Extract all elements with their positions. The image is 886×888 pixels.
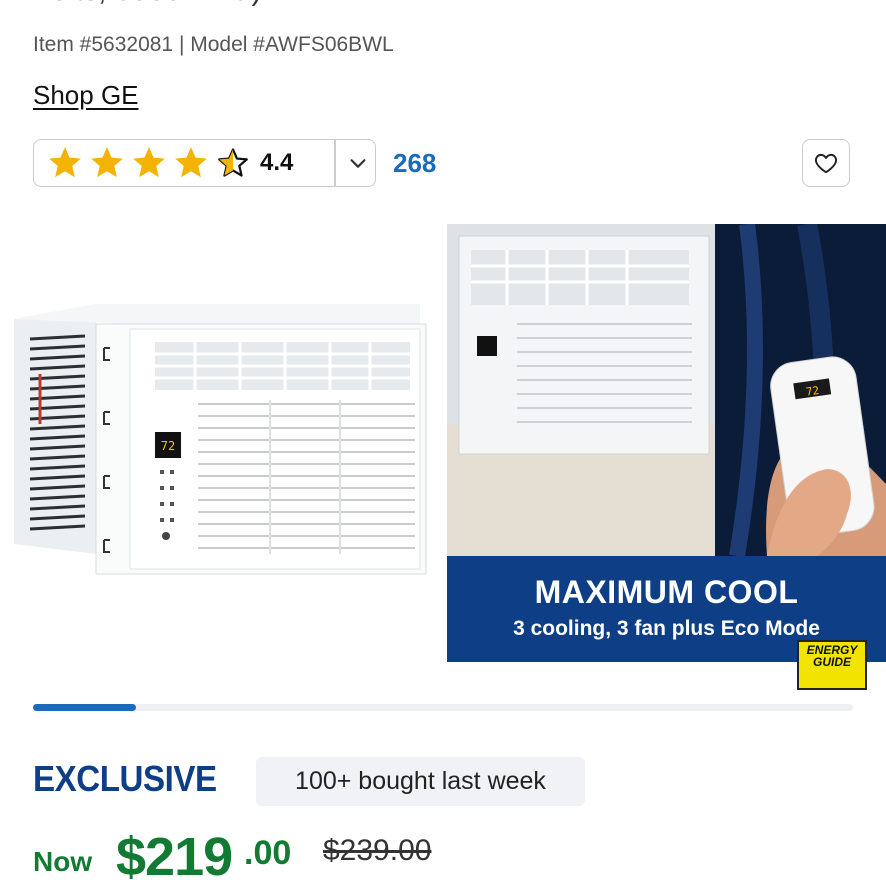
rating-value: 4.4	[260, 149, 294, 176]
promo-subtitle: 3 cooling, 3 fan plus Eco Mode	[513, 617, 820, 640]
half-star-icon	[218, 148, 248, 177]
meta-separator: |	[173, 33, 191, 56]
price-cents: .00	[244, 834, 292, 872]
product-meta: Item #5632081 | Model #AWFS06BWL	[33, 33, 394, 57]
bought-count-badge: 100+ bought last week	[256, 757, 585, 806]
gallery-progress-fill	[33, 704, 136, 711]
product-title: Volts, 6000-BTU)	[33, 0, 261, 8]
rating-stars	[46, 144, 252, 182]
divider	[334, 140, 336, 186]
price-dollars: $219	[116, 827, 233, 887]
promo-title: MAXIMUM COOL	[534, 574, 799, 610]
air-conditioner-image: 72	[0, 224, 440, 664]
shop-brand-link[interactable]: Shop GE	[33, 80, 139, 111]
chevron-down-icon[interactable]	[340, 140, 376, 186]
star-icon	[133, 147, 165, 178]
favorite-button[interactable]	[802, 139, 850, 187]
model-number: Model #AWFS06BWL	[190, 33, 394, 56]
star-icon	[175, 147, 207, 178]
rating-selector[interactable]: 4.4	[33, 139, 376, 187]
product-image-lifestyle[interactable]: 72 MAXIMUM COOL 3 cooling, 3 fan plus Ec…	[447, 224, 886, 662]
heart-icon	[814, 153, 838, 174]
product-image-main[interactable]: 72	[0, 224, 440, 664]
lifestyle-image: 72	[447, 224, 886, 556]
exclusive-badge: EXCLUSIVE	[33, 758, 217, 799]
star-icon	[91, 147, 123, 178]
gallery-progress	[33, 704, 853, 711]
price-was: $239.00	[323, 834, 432, 867]
energy-guide-badge[interactable]: ENERGY GUIDE	[797, 640, 867, 690]
star-icon	[49, 147, 81, 178]
remote-display: 72	[805, 384, 820, 399]
display-readout: 72	[161, 439, 175, 453]
energy-guide-label: ENERGY GUIDE	[806, 643, 858, 669]
item-number: Item #5632081	[33, 33, 174, 56]
review-count-link[interactable]: 268	[393, 148, 436, 179]
price-now-label: Now	[33, 846, 93, 877]
